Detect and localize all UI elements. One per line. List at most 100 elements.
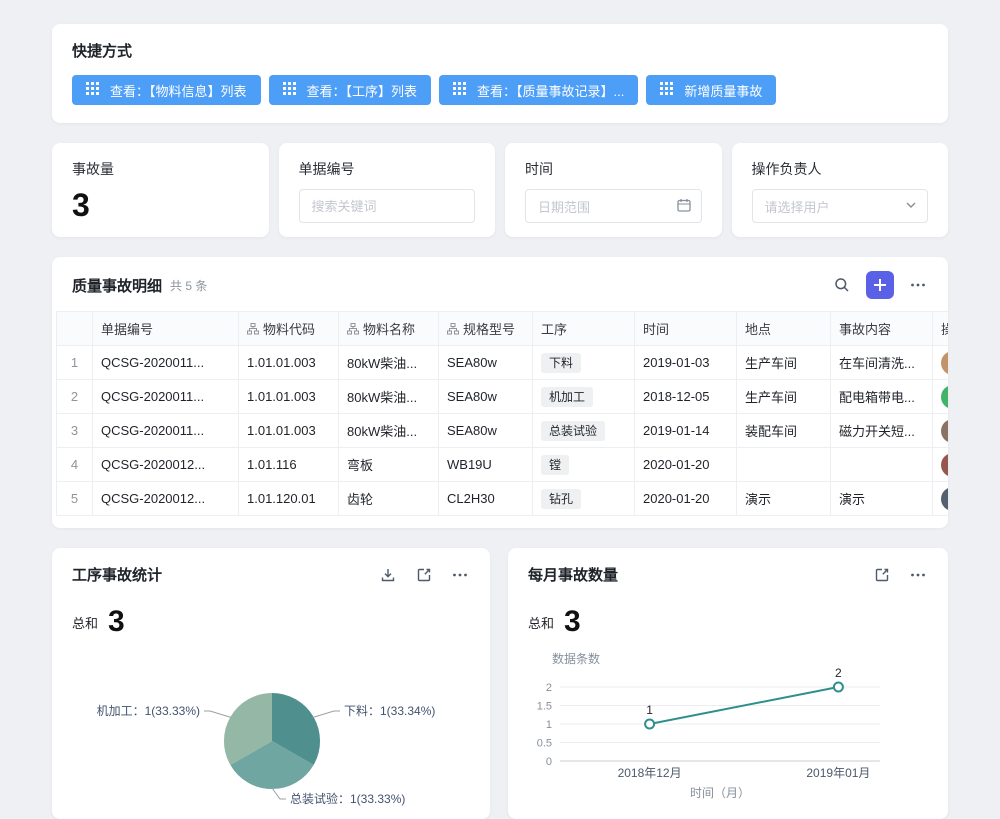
cell-time: 2018-12-05	[635, 380, 737, 414]
cell-doc-no: QCSG-2020011...	[93, 414, 239, 448]
date-range-input[interactable]: 日期范围	[525, 189, 702, 223]
shortcuts-card: 快捷方式 查看：【物料信息】列表 查看：【工序】列表 查看：【质量事故记录】..…	[52, 24, 948, 123]
cell-operator	[933, 346, 949, 380]
process-tag: 总装试验	[541, 421, 605, 441]
line-total: 总和 3	[528, 607, 928, 637]
add-record-button[interactable]	[866, 271, 894, 299]
shortcut-view-process-list-button[interactable]: 查看：【工序】列表	[269, 75, 432, 105]
cell-doc-no: QCSG-2020011...	[93, 380, 239, 414]
cell-process: 总装试验	[533, 414, 635, 448]
avatar	[941, 351, 948, 375]
cell-place: 演示	[737, 482, 831, 516]
table-row[interactable]: 5 QCSG-2020012... 1.01.120.01 齿轮 CL2H30 …	[57, 482, 949, 516]
cell-content: 配电箱带电...	[831, 380, 933, 414]
cell-operator	[933, 380, 949, 414]
cell-doc-no: QCSG-2020011...	[93, 346, 239, 380]
col-place[interactable]: 地点	[737, 312, 831, 346]
detail-table-card: 质量事故明细 共 5 条 单据编号 物料代码 物料名称	[52, 257, 948, 528]
col-label: 物料代码	[263, 322, 315, 337]
svg-text:2019年01月: 2019年01月	[806, 766, 870, 780]
table-row[interactable]: 1 QCSG-2020011... 1.01.01.003 80kW柴油... …	[57, 346, 949, 380]
more-icon[interactable]	[908, 275, 928, 295]
search-icon[interactable]	[832, 275, 852, 295]
cell-material-name: 80kW柴油...	[339, 380, 439, 414]
detail-table-scroll-area[interactable]: 单据编号 物料代码 物料名称 规格型号 工序 时间 地点 事故内容 操作负责人 …	[56, 311, 948, 516]
table-row[interactable]: 4 QCSG-2020012... 1.01.116 弯板 WB19U 镗 20…	[57, 448, 949, 482]
cell-spec: SEA80w	[439, 346, 533, 380]
table-toolbar	[832, 271, 928, 299]
table-row[interactable]: 3 QCSG-2020011... 1.01.01.003 80kW柴油... …	[57, 414, 949, 448]
more-icon[interactable]	[908, 565, 928, 585]
svg-text:机加工：1(33.33%): 机加工：1(33.33%)	[97, 704, 200, 718]
cell-material-name: 弯板	[339, 448, 439, 482]
cell-material-code: 1.01.116	[239, 448, 339, 482]
svg-text:时间（月）: 时间（月）	[690, 786, 750, 800]
col-label: 单据编号	[101, 322, 153, 337]
cell-material-code: 1.01.120.01	[239, 482, 339, 516]
svg-text:数据条数: 数据条数	[552, 651, 600, 666]
grid-icon	[283, 82, 296, 98]
svg-text:下料：1(33.34%): 下料：1(33.34%)	[344, 704, 435, 718]
cell-spec: WB19U	[439, 448, 533, 482]
cell-process: 镗	[533, 448, 635, 482]
time-filter-card: 时间 日期范围	[505, 143, 722, 237]
shortcut-view-incident-records-button[interactable]: 查看：【质量事故记录】...	[439, 75, 638, 105]
operator-filter-label: 操作负责人	[752, 159, 929, 179]
col-label: 地点	[745, 322, 771, 337]
line-chart-toolbar	[872, 565, 928, 585]
operator-filter-card: 操作负责人 请选择用户	[732, 143, 949, 237]
col-label: 物料名称	[363, 322, 415, 337]
svg-text:1: 1	[646, 703, 653, 717]
pie-chart-toolbar	[378, 565, 470, 585]
pie-total-label: 总和	[72, 613, 98, 632]
col-material-code[interactable]: 物料代码	[239, 312, 339, 346]
shortcut-view-material-list-button[interactable]: 查看：【物料信息】列表	[72, 75, 261, 105]
process-incident-chart-card: 工序事故统计 总和 3 下料：1(33.34%)总装试验：1(33.33%)机加…	[52, 548, 490, 819]
more-icon[interactable]	[450, 565, 470, 585]
shortcuts-title: 快捷方式	[72, 40, 928, 61]
doc-no-search-input[interactable]	[299, 189, 476, 223]
pie-total: 总和 3	[72, 607, 470, 637]
incident-count-card: 事故量 3	[52, 143, 269, 237]
svg-text:2: 2	[835, 666, 842, 680]
export-icon[interactable]	[378, 565, 398, 585]
svg-text:2: 2	[546, 682, 552, 694]
col-label: 操作负责人	[941, 322, 948, 337]
line-total-label: 总和	[528, 613, 554, 632]
col-content[interactable]: 事故内容	[831, 312, 933, 346]
col-material-name[interactable]: 物料名称	[339, 312, 439, 346]
shortcut-label: 查看：【质量事故记录】...	[477, 81, 624, 100]
avatar	[941, 385, 948, 409]
open-in-new-icon[interactable]	[414, 565, 434, 585]
shortcut-label: 新增质量事故	[684, 81, 762, 100]
monthly-incident-chart-card: 每月事故数量 总和 3 21.510.50数据条数12018年12月22019年…	[508, 548, 948, 819]
grid-icon	[660, 82, 673, 98]
operator-select-placeholder: 请选择用户	[765, 197, 830, 216]
col-time[interactable]: 时间	[635, 312, 737, 346]
table-row[interactable]: 2 QCSG-2020011... 1.01.01.003 80kW柴油... …	[57, 380, 949, 414]
link-field-icon	[447, 323, 459, 338]
cell-spec: SEA80w	[439, 414, 533, 448]
col-rownum	[57, 312, 93, 346]
process-tag: 钻孔	[541, 489, 581, 509]
col-doc-no[interactable]: 单据编号	[93, 312, 239, 346]
row-number: 1	[57, 346, 93, 380]
row-number: 5	[57, 482, 93, 516]
col-operator[interactable]: 操作负责人	[933, 312, 949, 346]
col-process[interactable]: 工序	[533, 312, 635, 346]
cell-time: 2019-01-14	[635, 414, 737, 448]
cell-material-code: 1.01.01.003	[239, 346, 339, 380]
row-number: 3	[57, 414, 93, 448]
cell-material-name: 齿轮	[339, 482, 439, 516]
cell-doc-no: QCSG-2020012...	[93, 448, 239, 482]
col-label: 事故内容	[839, 322, 891, 337]
operator-select[interactable]: 请选择用户	[752, 189, 929, 223]
open-in-new-icon[interactable]	[872, 565, 892, 585]
filter-row: 事故量 3 单据编号 时间 日期范围 操作负责人 请选择用户	[52, 143, 948, 237]
shortcut-add-incident-button[interactable]: 新增质量事故	[646, 75, 776, 105]
process-tag: 机加工	[541, 387, 593, 407]
col-spec[interactable]: 规格型号	[439, 312, 533, 346]
cell-content	[831, 448, 933, 482]
cell-process: 下料	[533, 346, 635, 380]
row-number: 2	[57, 380, 93, 414]
